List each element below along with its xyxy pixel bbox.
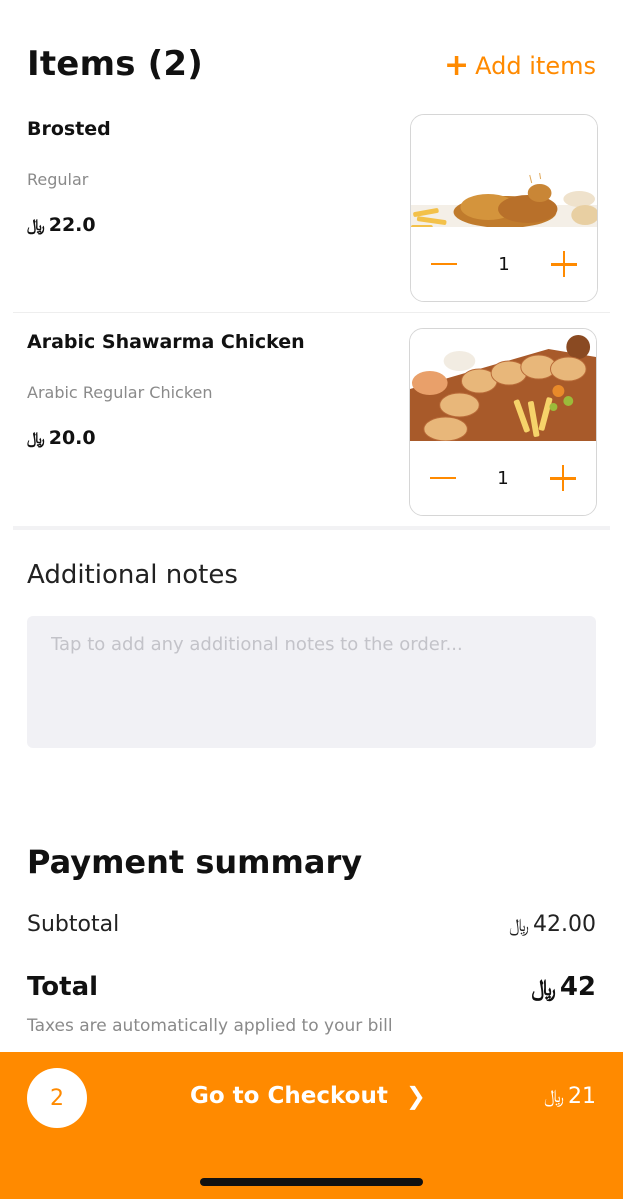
tax-note: Taxes are automatically applied to your … <box>27 1016 393 1036</box>
total-label: Total <box>27 972 99 1002</box>
cart-item-brosted: Brosted Regular ﷼ 22.0 1 <box>13 110 610 313</box>
item-price: ﷼ 22.0 <box>27 214 96 236</box>
subtotal-amount: ﷼ 42.00 <box>509 912 596 937</box>
plus-icon: + <box>444 48 470 83</box>
payment-summary-title: Payment summary <box>27 843 363 881</box>
go-to-checkout-button[interactable]: Go to Checkout ❯ <box>190 1082 426 1110</box>
item-image-card: 1 <box>409 328 597 516</box>
home-indicator[interactable] <box>200 1178 423 1186</box>
chevron-right-icon: ❯ <box>405 1082 426 1110</box>
add-items-label: Add items <box>475 52 596 80</box>
item-price-value: 20.0 <box>48 427 96 449</box>
subtotal-row: Subtotal ﷼ 42.00 <box>27 912 596 937</box>
section-divider <box>13 526 610 530</box>
checkout-label: Go to Checkout <box>190 1083 388 1109</box>
notes-field-container <box>27 616 596 748</box>
add-items-button[interactable]: + Add items <box>444 48 596 83</box>
shawarma-image <box>410 329 596 441</box>
riyal-icon: ﷼ <box>544 1086 564 1107</box>
decrease-quantity-button[interactable] <box>431 262 457 266</box>
riyal-icon: ﷼ <box>531 976 556 1001</box>
checkout-bar: 2 Go to Checkout ❯ ﷼ 21 <box>0 1052 623 1199</box>
total-value: 42 <box>559 972 596 1002</box>
item-image-card: 1 <box>410 114 598 302</box>
total-amount: ﷼ 42 <box>531 972 596 1002</box>
checkout-amount: ﷼ 21 <box>544 1084 596 1109</box>
items-header: Items (2) + Add items <box>27 44 596 94</box>
item-price: ﷼ 20.0 <box>27 427 96 449</box>
riyal-icon: ﷼ <box>27 428 45 447</box>
item-name: Brosted <box>27 118 111 140</box>
notes-title: Additional notes <box>27 560 238 590</box>
quantity-value: 1 <box>498 253 510 275</box>
total-row: Total ﷼ 42 <box>27 972 596 1002</box>
increase-quantity-button[interactable] <box>550 251 577 277</box>
decrease-quantity-button[interactable] <box>430 476 456 480</box>
item-variant: Regular <box>27 170 89 189</box>
increase-quantity-button[interactable] <box>549 465 576 491</box>
quantity-value: 1 <box>497 467 509 489</box>
notes-input[interactable] <box>51 634 572 730</box>
quantity-stepper: 1 <box>411 227 597 301</box>
checkout-amount-value: 21 <box>568 1084 596 1109</box>
items-title: Items (2) <box>27 44 204 84</box>
cart-item-shawarma: Arabic Shawarma Chicken Arabic Regular C… <box>0 323 623 526</box>
cart-count-badge: 2 <box>27 1068 87 1128</box>
item-price-value: 22.0 <box>48 214 96 236</box>
riyal-icon: ﷼ <box>27 215 45 234</box>
subtotal-label: Subtotal <box>27 912 120 937</box>
item-variant: Arabic Regular Chicken <box>27 383 213 402</box>
subtotal-value: 42.00 <box>533 912 596 937</box>
item-name: Arabic Shawarma Chicken <box>27 331 305 353</box>
quantity-stepper: 1 <box>410 441 596 515</box>
brosted-image <box>411 115 597 227</box>
riyal-icon: ﷼ <box>509 915 530 936</box>
